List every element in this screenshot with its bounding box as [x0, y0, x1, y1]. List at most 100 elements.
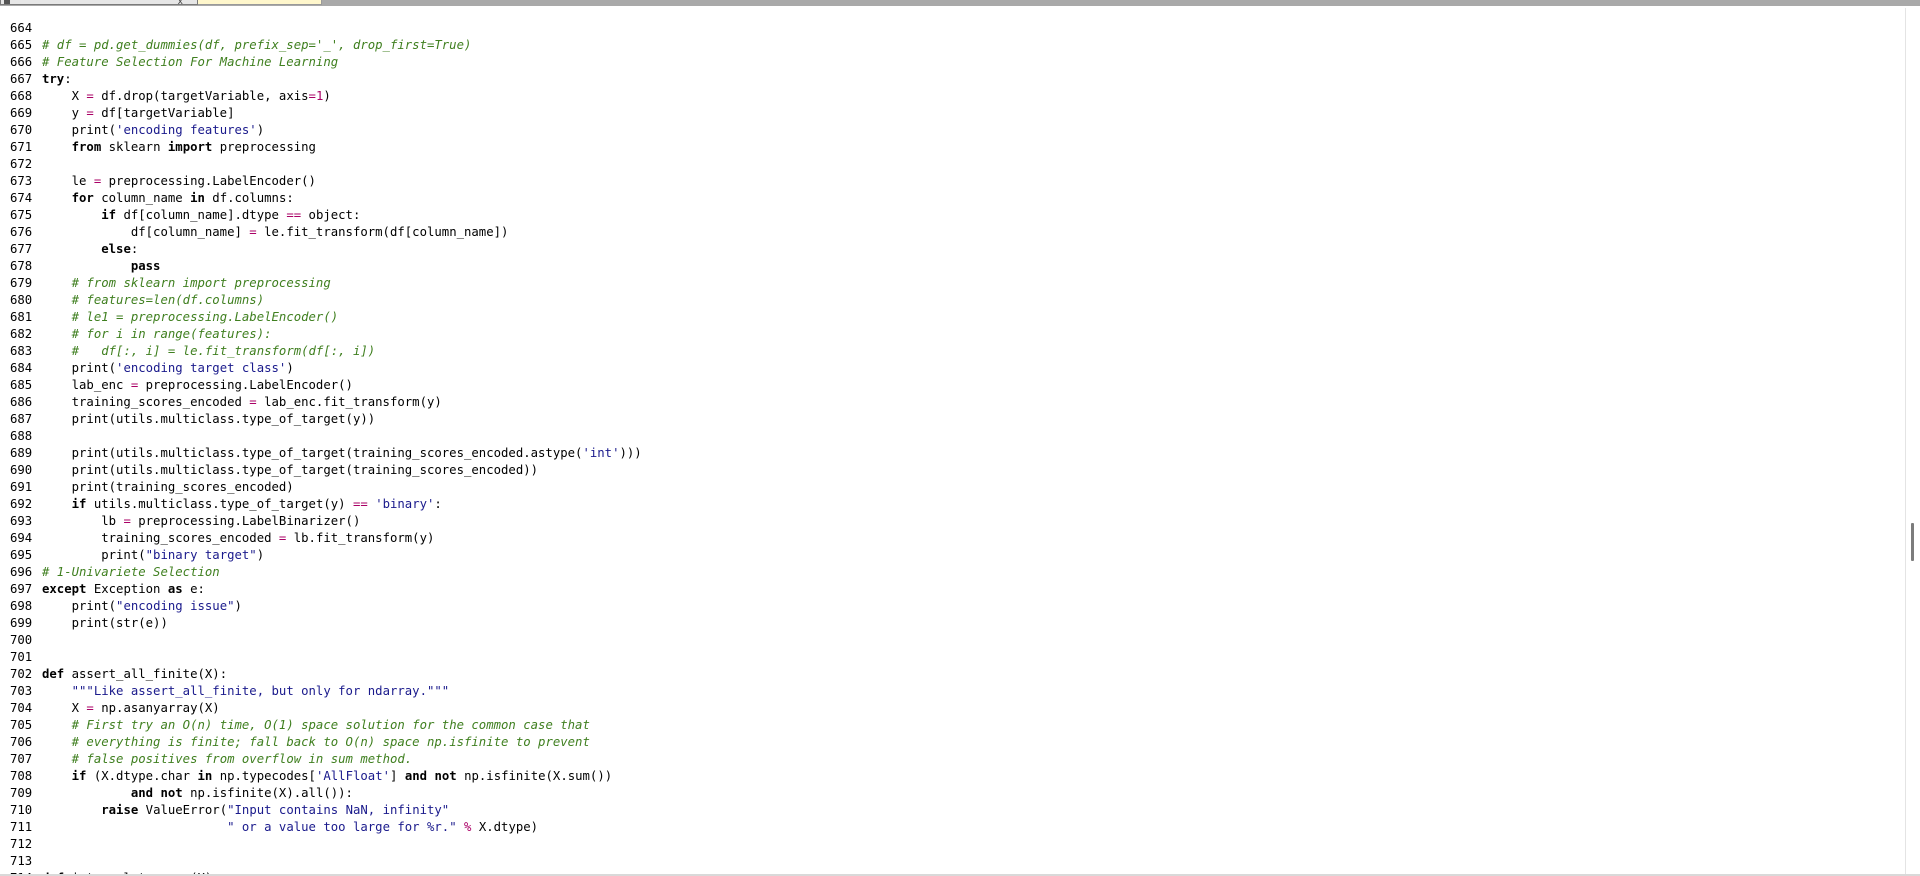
string-token: 'AllFloat': [315, 769, 391, 783]
code-line[interactable]: 712: [10, 836, 642, 853]
operator-token: =: [308, 89, 316, 103]
code-line[interactable]: 693 lb = preprocessing.LabelBinarizer(): [10, 513, 642, 530]
code-line[interactable]: 673 le = preprocessing.LabelEncoder(): [10, 173, 642, 190]
keyword-token: def: [42, 667, 65, 681]
code-text-area[interactable]: 664 665 # df = pd.get_dummies(df, prefix_s…: [10, 20, 642, 876]
code-line[interactable]: 678 pass: [10, 258, 642, 275]
code-line[interactable]: 694 training_scores_encoded = lb.fit_tra…: [10, 530, 642, 547]
code-line[interactable]: 688: [10, 428, 642, 445]
code-line[interactable]: 665 # df = pd.get_dummies(df, prefix_sep=…: [10, 37, 642, 54]
code-token: df.columns:: [204, 191, 294, 205]
code-line[interactable]: 683 # df[:, i] = le.fit_transform(df[:, …: [10, 343, 642, 360]
line-number: 711: [10, 820, 33, 834]
code-line[interactable]: 701: [10, 649, 642, 666]
line-number: 684: [10, 361, 33, 375]
code-line[interactable]: 666 # Feature Selection For Machine Learn…: [10, 54, 642, 71]
line-number: 666: [10, 55, 33, 69]
code-token: sklearn: [101, 140, 168, 154]
code-line[interactable]: 691 print(training_scores_encoded): [10, 479, 642, 496]
code-line[interactable]: 667 try:: [10, 71, 642, 88]
code-line[interactable]: 705 # First try an O(n) time, O(1) space…: [10, 717, 642, 734]
keyword-token: raise: [101, 803, 139, 817]
code-token: print(utils.multiclass.type_of_target(tr…: [42, 446, 583, 460]
scrollbar-thumb[interactable]: [1911, 523, 1914, 561]
code-line[interactable]: 670 print('encoding features'): [10, 122, 642, 139]
close-tab-icon[interactable]: x: [178, 0, 183, 4]
tab-file-1[interactable]: x: [0, 0, 198, 5]
code-line[interactable]: 699 print(str(e)): [10, 615, 642, 632]
code-line[interactable]: 709 and not np.isfinite(X).all()):: [10, 785, 642, 802]
code-line[interactable]: 686 training_scores_encoded = lab_enc.fi…: [10, 394, 642, 411]
keyword-token: from: [71, 140, 102, 154]
code-line[interactable]: 697 except Exception as e:: [10, 581, 642, 598]
code-line[interactable]: 695 print("binary target"): [10, 547, 642, 564]
keyword-token: as: [167, 582, 183, 596]
keyword-token: not: [434, 769, 457, 783]
code-line[interactable]: 698 print("encoding issue"): [10, 598, 642, 615]
code-token: preprocessing.LabelEncoder(): [101, 174, 316, 188]
line-number: 702: [10, 667, 33, 681]
code-line[interactable]: 696 # 1-Univariete Selection: [10, 564, 642, 581]
string-token: 'encoding features': [116, 123, 257, 137]
tab-file-2-active[interactable]: [198, 0, 322, 5]
code-line[interactable]: 677 else:: [10, 241, 642, 258]
code-line[interactable]: 672: [10, 156, 642, 173]
code-line[interactable]: 685 lab_enc = preprocessing.LabelEncoder…: [10, 377, 642, 394]
code-line[interactable]: 702 def assert_all_finite(X):: [10, 666, 642, 683]
code-line[interactable]: 675 if df[column_name].dtype == object:: [10, 207, 642, 224]
code-token: print(str(e)): [42, 616, 168, 630]
line-number: 703: [10, 684, 33, 698]
line-number: 675: [10, 208, 33, 222]
code-line[interactable]: 680 # features=len(df.columns): [10, 292, 642, 309]
code-line[interactable]: 674 for column_name in df.columns:: [10, 190, 642, 207]
code-line[interactable]: 684 print('encoding target class'): [10, 360, 642, 377]
code-token: df[column_name]: [42, 225, 250, 239]
vertical-scrollbar[interactable]: [1905, 8, 1920, 876]
code-line[interactable]: 664: [10, 20, 642, 37]
line-number: 688: [10, 429, 33, 443]
code-line[interactable]: 700: [10, 632, 642, 649]
comment-token: # everything is finite; fall back to O(n…: [71, 735, 590, 749]
code-line[interactable]: 679 # from sklearn import preprocessing: [10, 275, 642, 292]
code-line[interactable]: 690 print(utils.multiclass.type_of_targe…: [10, 462, 642, 479]
keyword-token: in: [197, 769, 213, 783]
code-token: ))): [619, 446, 642, 460]
string-token: 'binary': [375, 497, 435, 511]
code-line[interactable]: 687 print(utils.multiclass.type_of_targe…: [10, 411, 642, 428]
code-line[interactable]: 671 from sklearn import preprocessing: [10, 139, 642, 156]
code-token: X: [42, 701, 87, 715]
line-number: 669: [10, 106, 33, 120]
code-line[interactable]: 708 if (X.dtype.char in np.typecodes['Al…: [10, 768, 642, 785]
code-line[interactable]: 704 X = np.asanyarray(X): [10, 700, 642, 717]
code-line[interactable]: 682 # for i in range(features):: [10, 326, 642, 343]
code-line[interactable]: 681 # le1 = preprocessing.LabelEncoder(): [10, 309, 642, 326]
code-token: ): [286, 361, 294, 375]
code-line[interactable]: 676 df[column_name] = le.fit_transform(d…: [10, 224, 642, 241]
code-line[interactable]: 713: [10, 853, 642, 870]
line-number: 679: [10, 276, 33, 290]
operator-token: =: [249, 395, 257, 409]
code-line[interactable]: 707 # false positives from overflow in s…: [10, 751, 642, 768]
code-editor[interactable]: 664 665 # df = pd.get_dummies(df, prefix_s…: [0, 8, 1905, 876]
code-line[interactable]: 669 y = df[targetVariable]: [10, 105, 642, 122]
code-line[interactable]: 703 """Like assert_all_finite, but only …: [10, 683, 642, 700]
code-line[interactable]: 711 " or a value too large for %r." % X.…: [10, 819, 642, 836]
comment-token: # df[:, i] = le.fit_transform(df[:, i]): [71, 344, 376, 358]
comment-token: # Feature Selection For Machine Learning: [42, 55, 339, 69]
line-number: 683: [10, 344, 33, 358]
line-number: 686: [10, 395, 33, 409]
operator-token: =: [86, 89, 94, 103]
code-line[interactable]: 710 raise ValueError("Input contains NaN…: [10, 802, 642, 819]
code-line[interactable]: 692 if utils.multiclass.type_of_target(y…: [10, 496, 642, 513]
code-line[interactable]: 668 X = df.drop(targetVariable, axis=1): [10, 88, 642, 105]
code-line[interactable]: 689 print(utils.multiclass.type_of_targe…: [10, 445, 642, 462]
line-number: 665: [10, 38, 33, 52]
code-token: np.isfinite(X).all()):: [182, 786, 353, 800]
code-line[interactable]: 706 # everything is finite; fall back to…: [10, 734, 642, 751]
